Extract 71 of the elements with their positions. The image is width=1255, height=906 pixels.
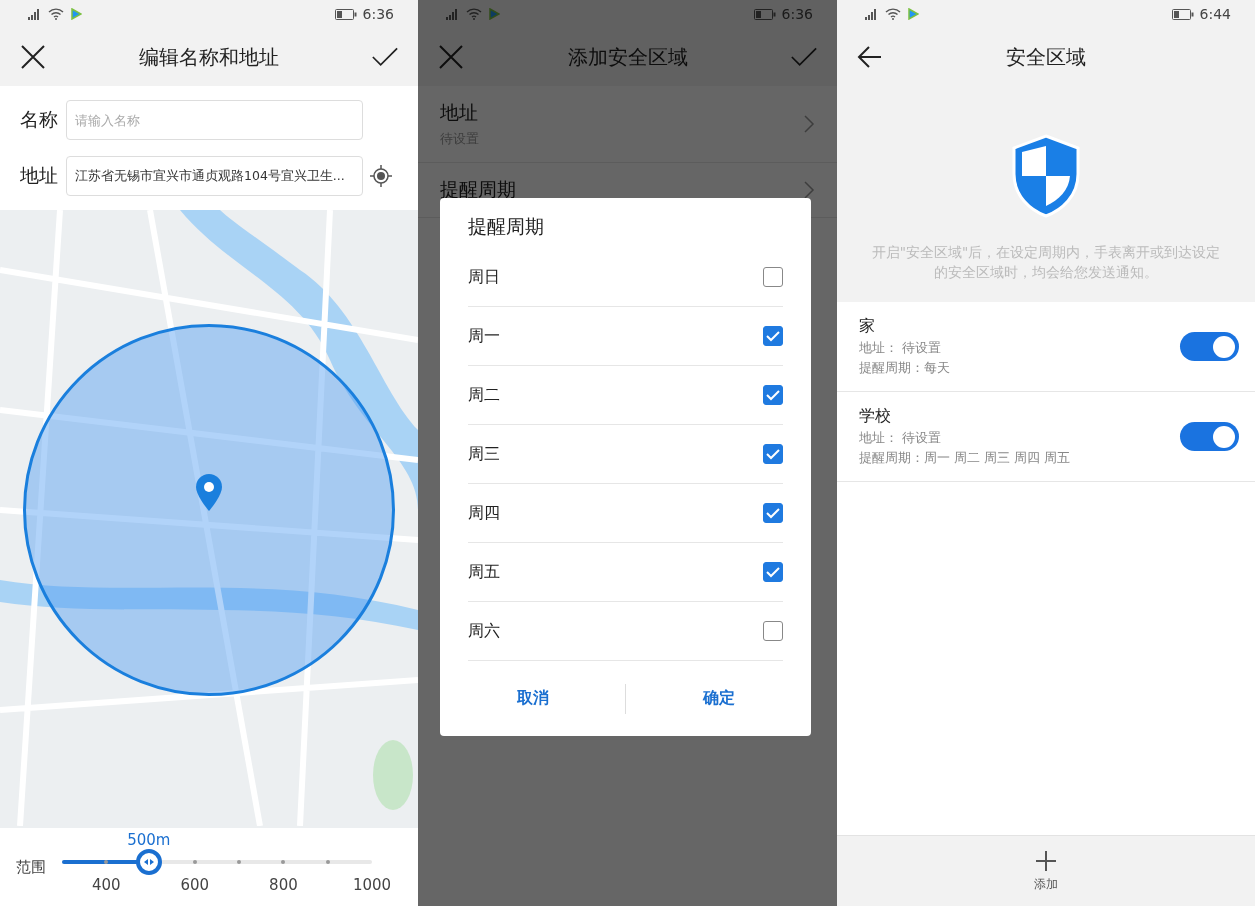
close-icon[interactable] xyxy=(20,44,46,70)
play-app-icon xyxy=(907,8,919,20)
day-option[interactable]: 周二 xyxy=(468,366,783,425)
zone-address: 地址： 待设置 xyxy=(859,430,942,447)
zone-period: 提醒周期：每天 xyxy=(859,360,951,377)
row-label: 地址 xyxy=(440,100,479,125)
field-label: 地址 xyxy=(20,163,59,188)
day-label: 周二 xyxy=(468,384,501,406)
battery-icon xyxy=(1171,8,1194,20)
day-option[interactable]: 周五 xyxy=(468,543,783,602)
status-time: 6:44 xyxy=(1199,6,1231,22)
play-app-icon xyxy=(488,8,500,20)
zone-item[interactable]: 家 地址： 待设置 提醒周期：每天 xyxy=(837,302,1255,392)
day-option[interactable]: 周四 xyxy=(468,484,783,543)
name-input-field[interactable]: 请输入名称 xyxy=(66,100,363,140)
screen-title: 安全区域 xyxy=(1005,43,1087,71)
row-label: 提醒周期 xyxy=(440,177,517,202)
checkbox[interactable] xyxy=(763,503,783,523)
battery-icon xyxy=(753,8,776,20)
zone-period: 提醒周期：周一 周二 周三 周四 周五 xyxy=(859,450,1071,467)
wifi-icon xyxy=(48,8,64,20)
day-label: 周六 xyxy=(468,620,501,642)
day-option[interactable]: 周六 xyxy=(468,602,783,661)
range-slider-track[interactable] xyxy=(62,860,372,864)
chevron-icon xyxy=(803,114,815,134)
checkbox[interactable] xyxy=(763,326,783,346)
address-input-field[interactable]: 江苏省无锡市宜兴市通贞观路104号宜兴卫生... xyxy=(66,156,363,196)
checkbox[interactable] xyxy=(763,267,783,287)
day-option[interactable]: 周一 xyxy=(468,307,783,366)
day-label: 周日 xyxy=(468,266,501,288)
cancel-button[interactable]: 取消 xyxy=(440,678,625,719)
field-label: 名称 xyxy=(20,107,59,132)
checkbox[interactable] xyxy=(763,385,783,405)
ok-button[interactable]: 确定 xyxy=(626,678,811,719)
day-option[interactable]: 周三 xyxy=(468,425,783,484)
battery-icon xyxy=(334,8,357,20)
tick-label: 600 xyxy=(180,876,210,894)
plus-icon xyxy=(1035,849,1057,872)
day-label: 周四 xyxy=(468,502,501,524)
locate-icon[interactable] xyxy=(369,164,393,188)
shield-icon xyxy=(1010,134,1082,218)
zone-address: 地址： 待设置 xyxy=(859,340,942,357)
day-label: 周五 xyxy=(468,561,501,583)
slider-reading: 500m xyxy=(127,831,171,849)
add-button[interactable]: 添加 xyxy=(1028,848,1064,894)
wifi-icon xyxy=(885,8,901,20)
screen-title: 编辑名称和地址 xyxy=(138,43,280,71)
slider-thumb[interactable] xyxy=(135,849,162,875)
tick-label: 800 xyxy=(269,876,298,894)
zone-item[interactable]: 学校 地址： 待设置 提醒周期：周一 周二 周三 周四 周五 xyxy=(837,392,1255,482)
back-arrow-icon[interactable] xyxy=(857,44,883,70)
screen-title: 添加安全区域 xyxy=(566,43,689,71)
slider-label: 范围 xyxy=(16,857,46,877)
status-time: 6:36 xyxy=(781,6,813,22)
toggle-switch[interactable] xyxy=(1180,332,1239,361)
checkbox[interactable] xyxy=(763,562,783,582)
chevron-icon xyxy=(803,180,815,200)
status-time: 6:36 xyxy=(362,6,394,22)
day-label: 周一 xyxy=(468,325,501,347)
zone-name: 学校 xyxy=(859,406,892,427)
checkbox[interactable] xyxy=(763,444,783,464)
day-option[interactable]: 周日 xyxy=(468,248,783,307)
checkbox[interactable] xyxy=(763,621,783,641)
tick-label: 1000 xyxy=(352,876,392,894)
zone-name: 家 xyxy=(859,316,876,337)
wifi-icon xyxy=(466,8,482,20)
day-label: 周三 xyxy=(468,443,501,465)
play-app-icon xyxy=(70,8,82,20)
location-pin-icon xyxy=(193,472,225,512)
toggle-switch[interactable] xyxy=(1180,422,1239,451)
tick-label: 400 xyxy=(91,876,121,894)
